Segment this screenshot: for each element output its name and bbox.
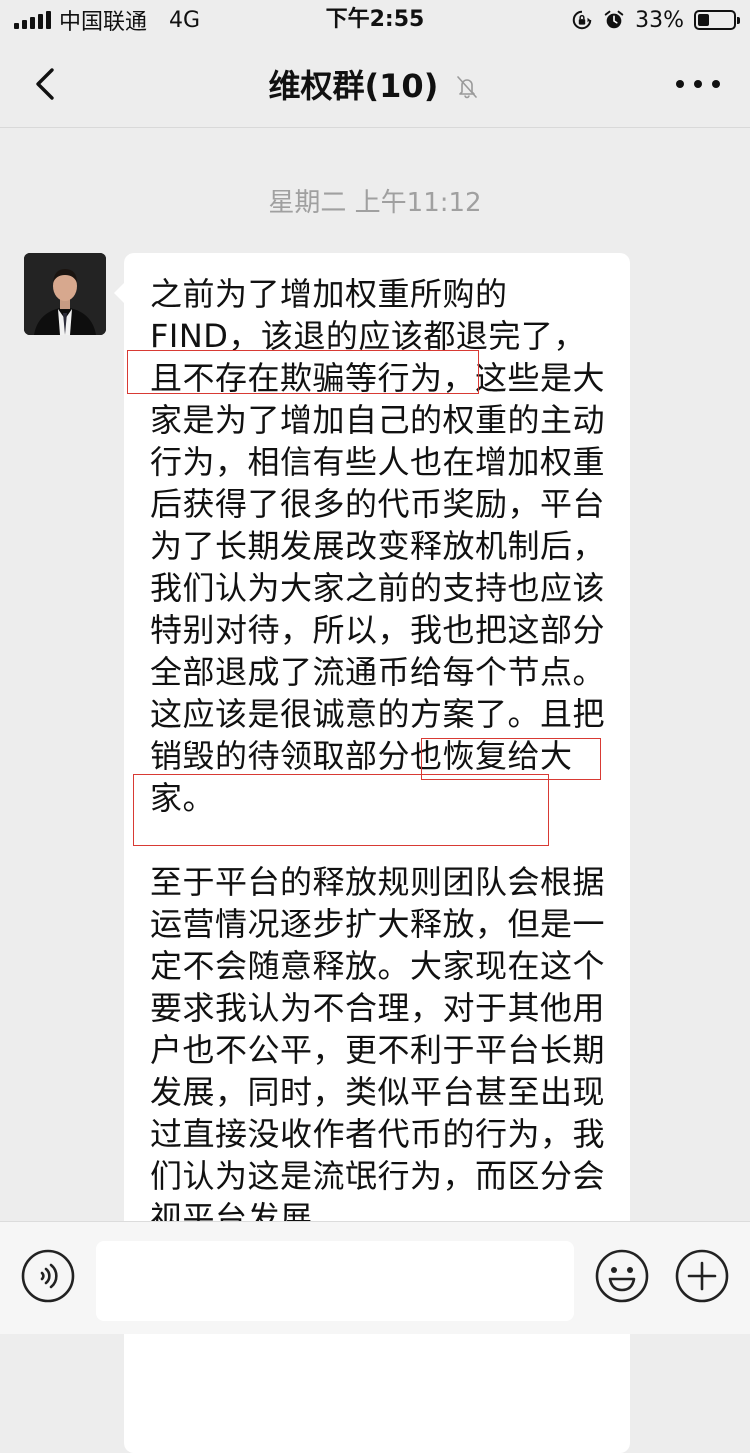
battery-icon: [694, 10, 740, 30]
rotation-lock-icon: [572, 10, 592, 30]
message-paragraph: 至于平台的释放规则团队会根据运营情况逐步扩大释放，但是一定不会随意释放。大家现在…: [150, 863, 606, 1237]
message-input[interactable]: [96, 1241, 574, 1321]
more-icon-dot: [676, 80, 684, 88]
avatar-image: [24, 253, 106, 335]
battery-fill: [698, 14, 709, 26]
more-icon-dot: [712, 80, 720, 88]
voice-icon[interactable]: [20, 1248, 76, 1304]
emoji-icon[interactable]: [594, 1248, 650, 1304]
more-button[interactable]: [676, 70, 720, 98]
plus-icon[interactable]: [674, 1248, 730, 1304]
message-timestamp: 星期二 上午11:12: [268, 188, 482, 218]
alarm-icon: [604, 10, 624, 29]
more-icon-dot: [694, 80, 702, 88]
mute-icon: [457, 76, 478, 99]
input-bar: [0, 1221, 750, 1334]
status-right: 33%: [571, 6, 740, 34]
avatar[interactable]: [24, 253, 106, 335]
chat-title: 维权群(10): [0, 62, 750, 108]
nav-bar: 维权群(10): [0, 40, 750, 128]
battery-percent: 33%: [635, 7, 684, 33]
chat-title-text: 维权群(10): [268, 67, 439, 105]
message-text: 之前为了增加权重所购的FIND，该退的应该都退完了，且不存在欺骗等行为，这些是大…: [150, 273, 606, 1281]
message-paragraph: 之前为了增加权重所购的FIND，该退的应该都退完了，且不存在欺骗等行为，这些是大…: [150, 275, 606, 817]
status-bar: 中国联通 4G 下午2:55 33%: [0, 0, 750, 40]
